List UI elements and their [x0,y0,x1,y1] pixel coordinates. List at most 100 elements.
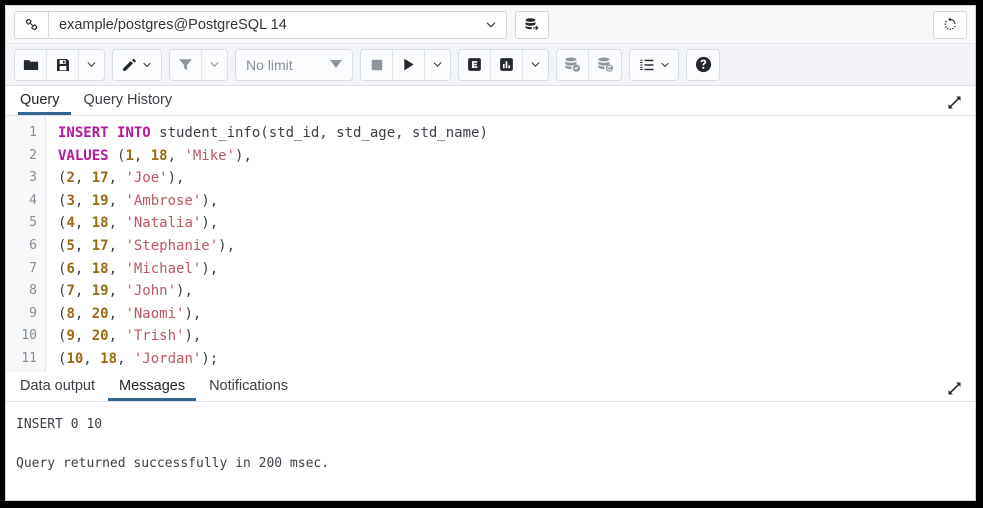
list-numbered-icon[interactable] [630,50,678,80]
code-token: , [75,306,92,322]
save-file-dropdown[interactable] [79,50,104,80]
tab-query-history[interactable]: Query History [73,93,184,116]
message-line-insert: INSERT 0 10 [16,414,975,435]
execute-query-button[interactable] [393,50,425,80]
code-token: 'Trish' [125,328,184,344]
connection-select[interactable]: example/postgres@PostgreSQL 14 [48,11,507,39]
message-line-status: Query returned successfully in 200 msec. [16,453,975,474]
code-token: 9 [66,328,74,344]
line-number: 5 [6,212,45,235]
code-token: ), [218,238,235,254]
code-token: 'Jordan' [134,351,201,367]
code-token: , [109,283,126,299]
stop-query-button[interactable] [361,50,393,80]
code-token: ), [168,170,185,186]
code-token: 'Natalia' [125,215,201,231]
explain-button-group [458,49,549,81]
code-token: 18 [151,148,168,164]
row-limit-group: No limit [235,49,353,81]
line-number: 1 [6,122,45,145]
expand-diagonal-icon[interactable] [944,380,965,401]
code-line: (4, 18, 'Natalia'), [58,212,975,235]
row-limit-select[interactable]: No limit [236,50,352,80]
macros-button-group [629,49,679,81]
open-file-button[interactable] [15,50,47,80]
line-number: 7 [6,258,45,281]
code-token: 8 [66,306,74,322]
bar-chart-icon[interactable] [491,50,523,80]
chevron-down-icon [484,18,498,32]
code-token: 'Mike' [184,148,235,164]
database-connect-icon[interactable] [515,11,549,39]
code-token: ), [201,261,218,277]
explain-options-dropdown[interactable] [523,50,548,80]
database-rollback-icon[interactable] [589,50,621,80]
tab-data-output[interactable]: Data output [18,379,106,402]
code-token: , [75,283,92,299]
code-token: , [134,148,151,164]
code-token: 6 [66,261,74,277]
code-line: (7, 19, 'John'), [58,280,975,303]
code-token: , [168,148,185,164]
line-number: 10 [6,325,45,348]
code-token: 19 [92,283,109,299]
filter-dropdown[interactable] [202,50,227,80]
code-token: 'Stephanie' [125,238,218,254]
code-token: , [109,193,126,209]
code-token: , [75,238,92,254]
code-token: 1 [125,148,133,164]
code-token: ), [184,306,201,322]
tab-notifications[interactable]: Notifications [198,379,299,402]
code-token: , [75,328,92,344]
row-limit-label: No limit [246,57,293,73]
filter-button-group [169,49,228,81]
code-line: VALUES (1, 18, 'Mike'), [58,145,975,168]
code-token: student_info(std_id, std_age, std_name) [151,125,488,141]
code-token: 18 [92,215,109,231]
code-token: , [109,328,126,344]
execute-dropdown[interactable] [425,50,450,80]
code-token: , [109,215,126,231]
execute-button-group [360,49,451,81]
expand-diagonal-icon[interactable] [944,94,965,115]
code-token: 'Ambrose' [125,193,201,209]
code-token: 7 [66,283,74,299]
caret-down-icon [330,60,342,69]
connection-bar: example/postgres@PostgreSQL 14 [6,6,975,44]
code-token: , [75,215,92,231]
tab-messages[interactable]: Messages [108,379,196,402]
code-token: ( [109,148,126,164]
code-token: ); [201,351,218,367]
save-file-button[interactable] [47,50,79,80]
database-check-icon[interactable] [557,50,589,80]
funnel-filter-icon[interactable] [170,50,202,80]
code-token: 'Joe' [125,170,167,186]
sql-editor[interactable]: 1234567891011 INSERT INTO student_info(s… [6,116,975,372]
tab-query[interactable]: Query [18,93,71,116]
code-token: , [109,170,126,186]
code-token: 4 [66,215,74,231]
sql-code-area[interactable]: INSERT INTO student_info(std_id, std_age… [46,116,975,372]
code-token: 19 [92,193,109,209]
code-token: 20 [92,328,109,344]
question-circle-icon[interactable] [687,50,719,80]
editor-line-number-gutter: 1234567891011 [6,116,46,372]
edit-button[interactable] [113,50,161,80]
code-token: , [75,261,92,277]
line-number: 6 [6,235,45,258]
line-number: 4 [6,190,45,213]
line-number: 9 [6,303,45,326]
messages-panel: INSERT 0 10 Query returned successfully … [6,402,975,500]
explain-e-icon[interactable] [459,50,491,80]
code-token: INSERT INTO [58,125,151,141]
line-number: 8 [6,280,45,303]
query-toolbar: No limit [6,44,975,86]
code-line: INSERT INTO student_info(std_id, std_age… [58,122,975,145]
code-token: 17 [92,238,109,254]
reset-layout-icon[interactable] [933,11,967,39]
line-number: 3 [6,167,45,190]
line-number: 11 [6,348,45,371]
commit-button-group [556,49,622,81]
code-token: , [75,170,92,186]
code-token: , [75,193,92,209]
